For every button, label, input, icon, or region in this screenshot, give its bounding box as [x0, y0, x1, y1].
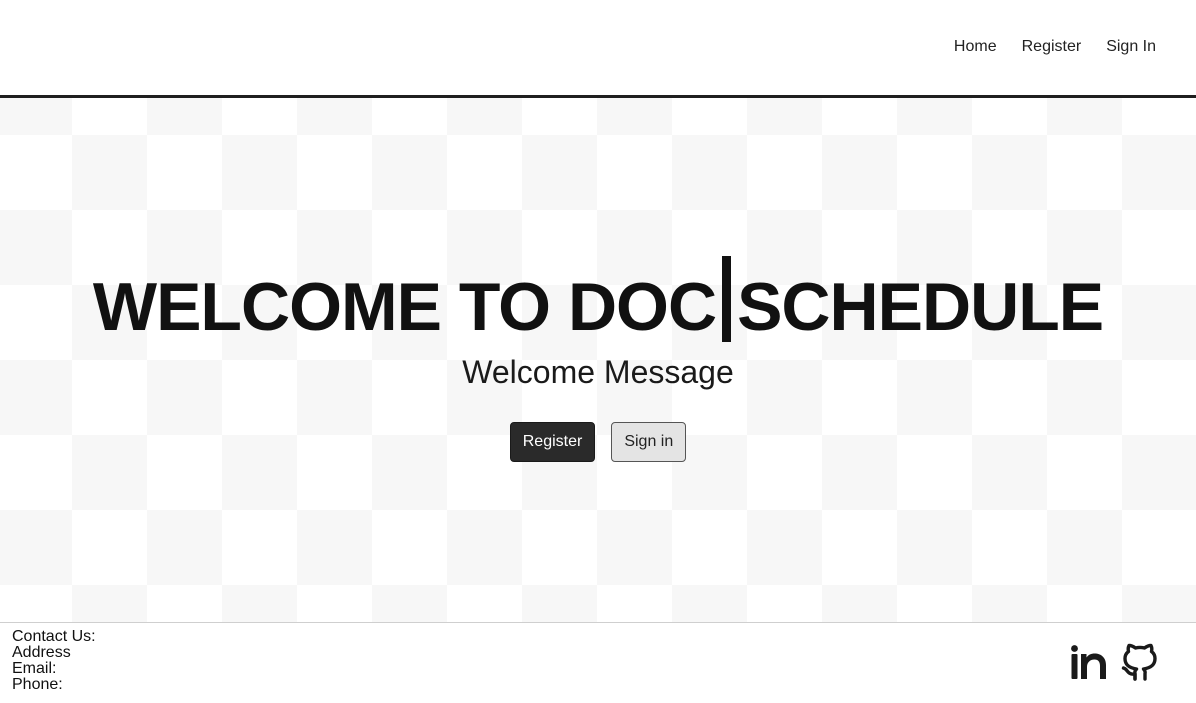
contact-address: Address — [12, 644, 71, 661]
contact-email: Email: — [12, 660, 57, 677]
hero-title-right: SCHEDULE — [737, 269, 1104, 345]
hero-section: WELCOME TO DOC SCHEDULE Welcome Message R… — [0, 98, 1196, 622]
github-icon[interactable] — [1120, 643, 1160, 683]
contact-phone: Phone: — [12, 676, 63, 693]
nav-link-sign-in[interactable]: Sign In — [1106, 36, 1156, 58]
hero-title-left: WELCOME TO DOC — [92, 269, 717, 345]
welcome-message: Welcome Message — [462, 354, 734, 390]
contact-info: Contact Us: Address Email: Phone: — [12, 629, 96, 693]
navbar: Home Register Sign In — [0, 0, 1196, 98]
register-button[interactable]: Register — [509, 422, 596, 462]
sign-in-button[interactable]: Sign in — [611, 422, 687, 462]
hero-title: WELCOME TO DOC SCHEDULE — [0, 256, 1196, 352]
nav-link-home[interactable]: Home — [954, 36, 997, 58]
linkedin-icon[interactable] — [1068, 643, 1108, 683]
title-separator — [722, 256, 732, 342]
contact-heading: Contact Us: — [12, 628, 96, 645]
social-links — [1068, 643, 1160, 683]
footer: Contact Us: Address Email: Phone: — [0, 622, 1196, 703]
hero-buttons: Register Sign in — [0, 422, 1196, 462]
nav-link-register[interactable]: Register — [1022, 36, 1082, 58]
nav-links: Home Register Sign In — [954, 36, 1156, 58]
